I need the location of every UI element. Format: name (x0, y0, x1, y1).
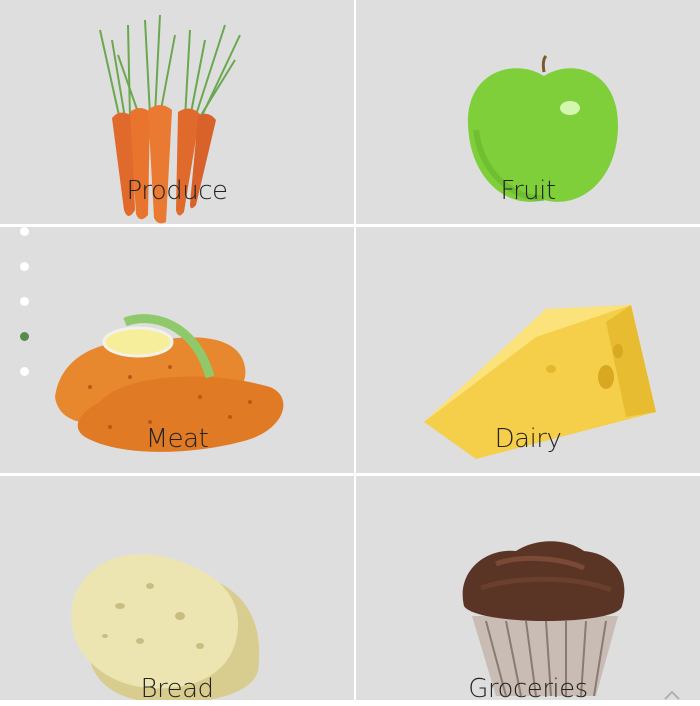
category-label: Groceries (468, 674, 588, 700)
pager-dot[interactable] (20, 297, 29, 306)
pager-dot-active[interactable] (20, 332, 29, 341)
category-label: Dairy (494, 424, 562, 454)
category-grid: Produce Fruit Meat Dairy Bread Groceries (0, 0, 700, 700)
category-label: Produce (126, 176, 228, 206)
category-tile-fruit[interactable]: Fruit (356, 0, 700, 224)
category-label: Meat (145, 424, 209, 454)
pager-dot[interactable] (20, 367, 29, 376)
category-label: Bread (140, 674, 214, 700)
category-tile-groceries[interactable]: Groceries (356, 476, 700, 700)
category-label: Fruit (500, 176, 556, 206)
bread-image (71, 554, 260, 700)
scroll-top-chevron-up-icon[interactable] (662, 686, 682, 706)
category-tile-produce[interactable]: Produce (0, 0, 354, 224)
pager-dot[interactable] (20, 262, 29, 271)
category-tile-dairy[interactable]: Dairy (356, 227, 700, 473)
pager-dot[interactable] (20, 227, 29, 236)
carousel-pager (20, 227, 30, 377)
category-tile-bread[interactable]: Bread (0, 476, 354, 700)
cupcake-image (462, 541, 625, 697)
category-tile-meat[interactable]: Meat (0, 227, 354, 473)
